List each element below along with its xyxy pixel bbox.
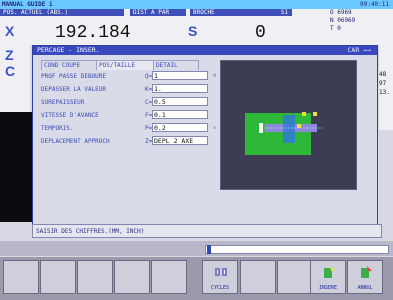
- right-value-1: 48: [379, 71, 387, 78]
- param-label: TEMPORIS.: [41, 125, 74, 132]
- dialog-title-bar: PERCAGE - INSER. CAR →→: [33, 46, 377, 55]
- x-position-value: 192.184: [55, 23, 131, 43]
- input-cursor: [207, 245, 211, 254]
- insert-softkey[interactable]: INSERE: [310, 260, 346, 294]
- axis-c-label: C: [5, 63, 16, 79]
- param-label: DEPASSER LA VALEUR: [41, 86, 107, 93]
- param-unit: s: [213, 125, 217, 131]
- program-readout: O 6969 N 06969 T 0: [330, 9, 355, 33]
- softkey-4[interactable]: [114, 260, 150, 294]
- cnc-screen: MANUAL GUIDE i 09:40:11 POS. ACTUEL (ABS…: [0, 0, 393, 300]
- cycles-icon: [215, 268, 227, 276]
- distance-header: DIST A PAR: [130, 9, 186, 16]
- param-label: VITESSE D'AVANCE: [41, 112, 99, 119]
- axis-x-label: X: [5, 23, 15, 39]
- tab-detail[interactable]: DETAIL: [153, 60, 199, 70]
- key-input-field[interactable]: [205, 245, 389, 254]
- softkey-1[interactable]: [3, 260, 39, 294]
- tab-cond-coupe[interactable]: COND COUPE: [41, 60, 97, 70]
- param-input[interactable]: 1: [152, 71, 208, 80]
- cancel-label: ANNUL: [357, 285, 373, 291]
- softkey-3[interactable]: [77, 260, 113, 294]
- insert-icon: [324, 266, 335, 278]
- spindle-speed-value: 0: [255, 23, 266, 43]
- param-input[interactable]: 0.2: [152, 123, 208, 132]
- param-label: PROF PASSE DEBOURE: [41, 73, 107, 80]
- param-unit: d: [213, 73, 217, 79]
- status-message: SAISIR DES CHIFFRES.(MM, INCH): [32, 224, 382, 238]
- axis-s-label: S: [188, 23, 198, 39]
- axis-z-label: Z: [5, 47, 14, 63]
- drilling-preview: [220, 60, 357, 190]
- spindle-header: BROCHE S1: [190, 9, 292, 16]
- tool-shank: [283, 115, 295, 143]
- cycles-softkey[interactable]: CYCLES: [202, 260, 238, 294]
- param-label: DEPLACEMENT APPROCH: [41, 138, 110, 145]
- preview-graphic: [221, 61, 356, 189]
- drill-tip: [259, 123, 263, 133]
- right-value-2: 97: [379, 80, 387, 87]
- right-values-panel: 48 97 13.: [379, 45, 393, 130]
- insert-label: INSERE: [318, 285, 338, 291]
- clock: 09:40:11: [360, 1, 389, 8]
- marker-3: [297, 124, 301, 128]
- param-input[interactable]: 0.1: [152, 110, 208, 119]
- sequence-number: N 06969: [330, 17, 356, 24]
- mode-label: MANUAL GUIDE i: [2, 1, 53, 8]
- cycles-label: CYCLES: [210, 285, 230, 291]
- program-number: O 6969: [330, 9, 352, 16]
- softkey-bar: CYCLES INSERE ANNUL: [0, 257, 393, 300]
- cancel-softkey[interactable]: ANNUL: [347, 260, 383, 294]
- cancel-icon: [361, 266, 372, 278]
- param-input[interactable]: 0.5: [152, 97, 208, 106]
- softkey-2[interactable]: [40, 260, 76, 294]
- spindle-id: S1: [280, 9, 288, 16]
- dialog-title-right: CAR →→: [347, 46, 371, 54]
- tab-pos-taille[interactable]: POS/TAILLE: [96, 60, 154, 70]
- spindle-title: BROCHE: [193, 9, 215, 16]
- workpiece-body: [245, 113, 311, 155]
- position-header: POS. ACTUEL (ABS.): [0, 9, 124, 16]
- softkey-8[interactable]: [277, 260, 313, 294]
- top-status-bar: MANUAL GUIDE i 09:40:11: [0, 0, 393, 9]
- marker-1: [302, 112, 306, 116]
- tool-number: T 0: [330, 25, 341, 32]
- position-panel: POS. ACTUEL (ABS.) DIST A PAR BROCHE S1 …: [0, 9, 393, 45]
- softkey-7[interactable]: [240, 260, 276, 294]
- input-line: [0, 241, 393, 256]
- param-input[interactable]: DEPL 2 AXE: [152, 136, 208, 145]
- drilling-insert-dialog: PERCAGE - INSER. CAR →→ COND COUPE POS/T…: [32, 45, 378, 237]
- right-value-3: 13.: [379, 89, 390, 96]
- softkey-5[interactable]: [151, 260, 187, 294]
- param-input[interactable]: 1.: [152, 84, 208, 93]
- dark-panel: [0, 112, 32, 222]
- marker-2: [313, 112, 317, 116]
- param-label: SUREPAISSEUR: [41, 99, 85, 106]
- dialog-title: PERCAGE - INSER.: [37, 46, 100, 54]
